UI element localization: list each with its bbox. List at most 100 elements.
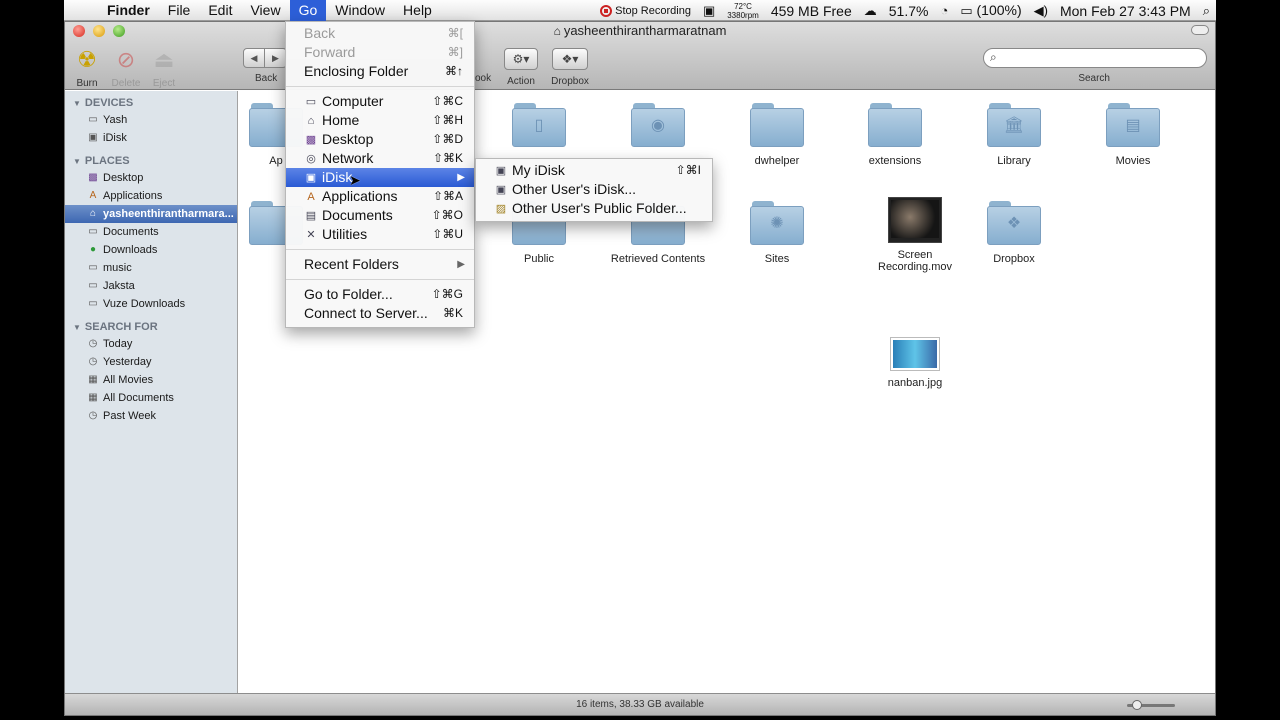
calendar-icon[interactable]: ▣: [703, 3, 715, 19]
menu-help[interactable]: Help: [394, 0, 441, 21]
sidebar-item-yash[interactable]: ▭ Yash: [65, 111, 237, 129]
menu-item-desktop[interactable]: ▩ Desktop ⇧⌘D: [286, 130, 474, 149]
menu-window[interactable]: Window: [326, 0, 394, 21]
volume-icon[interactable]: ◀): [1034, 3, 1048, 19]
menu-item-home[interactable]: ⌂ Home ⇧⌘H: [286, 111, 474, 130]
sidebar-item-home[interactable]: ⌂ yasheenthirantharmara...: [65, 205, 237, 223]
menu-item-go-to-folder[interactable]: Go to Folder... ⇧⌘G: [286, 285, 474, 304]
slider-knob[interactable]: [1131, 700, 1142, 710]
dropbox-toolbar-button[interactable]: ❖▾ Dropbox: [549, 45, 591, 87]
sidebar-item-applications[interactable]: A Applications: [65, 187, 237, 205]
icon-size-slider[interactable]: [1127, 700, 1175, 710]
forward-arrow-icon[interactable]: ▶: [265, 48, 287, 68]
menu-item-label: Recent Folders: [304, 256, 399, 272]
sidebar-item-idisk[interactable]: ▣ iDisk: [65, 129, 237, 147]
menu-item-recent-folders[interactable]: Recent Folders ▶: [286, 255, 474, 274]
action-button[interactable]: ⚙▾ Action: [503, 45, 539, 87]
burn-label: Burn: [76, 78, 98, 89]
menu-edit[interactable]: Edit: [199, 0, 241, 21]
menu-item-enclosing-folder[interactable]: Enclosing Folder ⌘↑: [286, 62, 474, 81]
sidebar-header-places[interactable]: PLACES: [65, 153, 237, 169]
wifi-icon[interactable]: ◔: [940, 3, 948, 18]
file-downloads[interactable]: ◉: [603, 103, 713, 155]
sidebar-header-search[interactable]: SEARCH FOR: [65, 319, 237, 335]
file-movies[interactable]: ▤ Movies: [1078, 103, 1188, 167]
menu-go[interactable]: Go: [289, 0, 327, 21]
menu-separator: [286, 249, 474, 250]
eject-button[interactable]: ⏏ Eject: [149, 45, 179, 89]
toolbar-toggle-button[interactable]: [1191, 25, 1209, 35]
menu-item-applications[interactable]: A Applications ⇧⌘A: [286, 187, 474, 206]
file-nanban[interactable]: nanban.jpg: [860, 337, 970, 389]
cpu-percent[interactable]: 51.7%: [889, 3, 929, 19]
menu-item-network[interactable]: ◎ Network ⇧⌘K: [286, 149, 474, 168]
status-bar: 16 items, 38.33 GB available: [65, 693, 1215, 715]
menu-finder[interactable]: Finder: [98, 0, 159, 21]
folder-icon: ▭: [88, 298, 98, 309]
sidebar-item-music[interactable]: ▭ music: [65, 259, 237, 277]
file-library[interactable]: 🏛 Library: [959, 103, 1069, 167]
file-screen-recording[interactable]: Screen Recording.mov: [860, 197, 970, 273]
delete-button[interactable]: ⊘ Delete: [109, 45, 143, 89]
menu-item-computer[interactable]: ▭ Computer ⇧⌘C: [286, 92, 474, 111]
menu-view[interactable]: View: [241, 0, 289, 21]
window-title: ⌂ yasheenthirantharmaratnam: [65, 23, 1215, 38]
stop-recording-button[interactable]: Stop Recording: [600, 4, 691, 17]
sidebar-item-all-documents[interactable]: ▦ All Documents: [65, 389, 237, 407]
menu-item-my-idisk[interactable]: ▣ My iDisk ⇧⌘I: [476, 161, 712, 180]
menu-item-idisk[interactable]: ▣ iDisk ▶: [286, 168, 474, 187]
sidebar-item-yesterday[interactable]: ◷ Yesterday: [65, 353, 237, 371]
menu-item-other-users-idisk[interactable]: ▣ Other User's iDisk...: [476, 180, 712, 199]
menu-item-utilities[interactable]: ✕ Utilities ⇧⌘U: [286, 225, 474, 244]
menu-item-documents[interactable]: ▤ Documents ⇧⌘O: [286, 206, 474, 225]
sidebar-item-downloads[interactable]: ● Downloads: [65, 241, 237, 259]
menu-clock[interactable]: Mon Feb 27 3:43 PM: [1060, 3, 1191, 19]
menu-item-forward[interactable]: Forward ⌘]: [286, 43, 474, 62]
sidebar-header-devices[interactable]: DEVICES: [65, 95, 237, 111]
sidebar-item-desktop[interactable]: ▩ Desktop: [65, 169, 237, 187]
idisk-submenu: ▣ My iDisk ⇧⌘I ▣ Other User's iDisk... ▨ Oth…: [475, 158, 713, 222]
dropbox-icon: ❖▾: [552, 48, 588, 70]
burn-button[interactable]: ☢ Burn: [73, 45, 101, 89]
menu-item-shortcut: ⇧⌘D: [432, 132, 463, 146]
spotlight-icon[interactable]: ⌕: [1203, 3, 1210, 19]
file-label: Sites: [764, 253, 790, 265]
file-extensions[interactable]: extensions: [840, 103, 950, 167]
file-label: dwhelper: [754, 155, 800, 167]
search-field[interactable]: ⌕: [983, 48, 1207, 68]
menu-item-back[interactable]: Back ⌘[: [286, 24, 474, 43]
file-dropbox[interactable]: ❖ Dropbox: [959, 201, 1069, 265]
menu-item-label: My iDisk: [512, 162, 565, 178]
menu-item-connect-to-server[interactable]: Connect to Server... ⌘K: [286, 304, 474, 323]
folder-icon: [868, 103, 922, 147]
file-documents[interactable]: ▯: [484, 103, 594, 155]
sidebar-item-vuze-downloads[interactable]: ▭ Vuze Downloads: [65, 295, 237, 313]
sidebar-item-past-week[interactable]: ◷ Past Week: [65, 407, 237, 425]
menu-item-other-users-public-folder[interactable]: ▨ Other User's Public Folder...: [476, 199, 712, 218]
battery-percent: (100%): [976, 2, 1022, 18]
documents-icon: ▤: [305, 210, 317, 222]
sidebar-item-label: Yash: [103, 114, 128, 126]
desktop-icon: ▩: [88, 172, 98, 183]
movies-folder-icon: ▤: [1106, 103, 1160, 147]
menu-item-shortcut: ⇧⌘I: [675, 163, 701, 177]
menu-item-label: Utilities: [322, 226, 368, 242]
sidebar-item-all-movies[interactable]: ▦ All Movies: [65, 371, 237, 389]
sidebar-item-jaksta[interactable]: ▭ Jaksta: [65, 277, 237, 295]
sidebar-item-documents[interactable]: ▭ Documents: [65, 223, 237, 241]
file-sites[interactable]: ✺ Sites: [722, 201, 832, 265]
battery-status[interactable]: ▭ (100%): [960, 2, 1021, 19]
menu-extras: Stop Recording ▣ 72°C 3380rpm 459 MB Fre…: [600, 0, 1210, 21]
memory-free[interactable]: 459 MB Free: [771, 3, 852, 19]
back-arrow-icon[interactable]: ◀: [243, 48, 265, 68]
cloud-icon[interactable]: ☁: [864, 3, 877, 19]
sidebar-item-today[interactable]: ◷ Today: [65, 335, 237, 353]
computer-icon: ▭: [305, 96, 317, 108]
sites-folder-icon: ✺: [750, 201, 804, 245]
file-dwhelper[interactable]: dwhelper: [722, 103, 832, 167]
temperature-readout[interactable]: 72°C 3380rpm: [727, 2, 759, 20]
dropbox-folder-icon: ❖: [987, 201, 1041, 245]
gear-icon: ⚙▾: [504, 48, 538, 70]
menu-file[interactable]: File: [159, 0, 200, 21]
search-label: Search: [1078, 73, 1110, 84]
